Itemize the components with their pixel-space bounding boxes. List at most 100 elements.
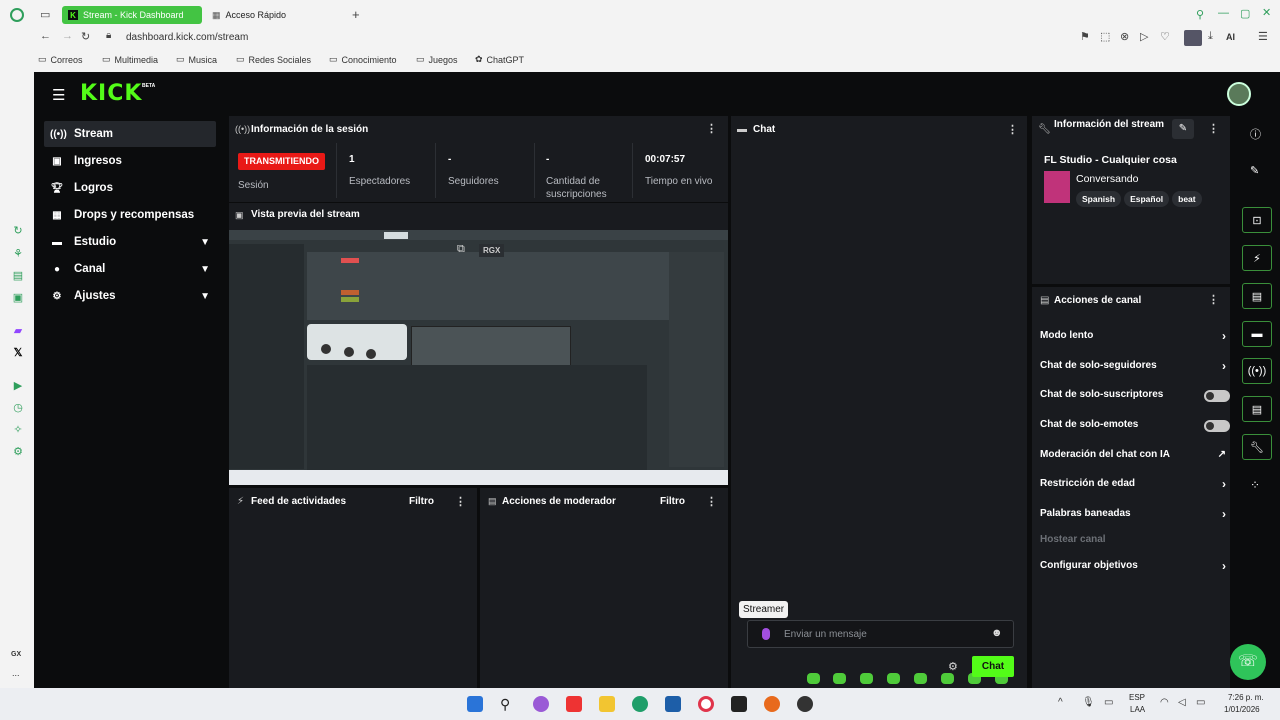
heart-icon[interactable]: ♡	[1160, 30, 1170, 43]
app-icon[interactable]	[566, 696, 582, 712]
kick-logo[interactable]: KICK	[80, 81, 142, 106]
tab-acceso-rapido[interactable]: ▦ Acceso Rápido	[206, 6, 346, 24]
action-ai-moderation[interactable]: Moderación del chat con IA ↗	[1040, 449, 1230, 460]
emote-icon[interactable]	[860, 673, 873, 684]
reload-button[interactable]: ↻	[81, 30, 90, 43]
chat-message-input[interactable]: Enviar un mensaje ☻	[747, 620, 1014, 648]
mic-icon[interactable]: 🎙︎	[1082, 697, 1095, 708]
store-icon[interactable]	[665, 696, 681, 712]
emote-icon[interactable]	[833, 673, 846, 684]
tray-chevron-icon[interactable]: ^	[1058, 697, 1063, 708]
activity-menu-icon[interactable]: ⋮	[455, 495, 466, 508]
chat-menu-icon[interactable]: ⋮	[1007, 123, 1018, 136]
download-icon[interactable]: ⤓	[1208, 30, 1213, 43]
category-thumbnail[interactable]	[1044, 171, 1070, 203]
player-icon[interactable]: ▷	[1140, 30, 1148, 43]
nav-item-logros[interactable]: 🏆︎ Logros	[44, 175, 216, 201]
sidebar-cleaner-icon[interactable]: ⚘	[11, 247, 25, 261]
emotes-only-toggle[interactable]	[1204, 420, 1230, 432]
history-icon[interactable]: ◷	[11, 401, 25, 415]
maximize-button[interactable]: ▢	[1240, 7, 1250, 20]
action-banned-words[interactable]: Palabras baneadas ›	[1040, 507, 1230, 521]
copilot-icon[interactable]	[533, 696, 549, 712]
app-icon[interactable]	[731, 696, 747, 712]
category-name[interactable]: Conversando	[1076, 173, 1138, 185]
x-twitter-icon[interactable]: 𝕏	[11, 346, 25, 360]
forward-button[interactable]: →	[62, 30, 73, 42]
battery-icon[interactable]: ▭	[1196, 697, 1205, 708]
bookmark-folder[interactable]: ▭ Musica	[176, 54, 217, 65]
workspaces-icon[interactable]: ▭	[40, 8, 50, 21]
add-widget-icon[interactable]: ⁘	[1250, 478, 1260, 492]
twitch-icon[interactable]: ▰	[11, 324, 25, 338]
volume-icon[interactable]: ◁	[1178, 697, 1186, 708]
more-icon[interactable]: ...	[12, 668, 20, 678]
tag[interactable]: Español	[1124, 191, 1170, 207]
chat-settings-icon[interactable]: ⚙	[948, 660, 958, 673]
nav-item-estudio[interactable]: ▬ Estudio ▼	[44, 229, 216, 255]
chat-send-button[interactable]: Chat	[972, 656, 1014, 677]
rail-screen-button[interactable]: ⊡	[1242, 207, 1272, 233]
stream-preview-video[interactable]: ⧉ RGX	[229, 230, 728, 485]
file-explorer-icon[interactable]	[599, 696, 615, 712]
rail-chat-button[interactable]: ▬	[1242, 321, 1272, 347]
session-menu-icon[interactable]: ⋮	[706, 122, 717, 135]
nav-item-drops[interactable]: ▦ Drops y recompensas	[44, 202, 216, 228]
gx-label[interactable]: GX	[11, 651, 21, 658]
aria-ai-button[interactable]: AI	[1226, 32, 1235, 42]
rail-info-button[interactable]: 🔧︎	[1242, 434, 1272, 460]
channel-actions-menu-icon[interactable]: ⋮	[1208, 293, 1219, 306]
bookmark-folder[interactable]: ▭ Juegos	[416, 54, 458, 65]
emote-icon[interactable]	[887, 673, 900, 684]
action-configure-goals[interactable]: Configurar objetivos ›	[1040, 559, 1230, 573]
player-side-icon[interactable]: ▶	[11, 379, 25, 393]
nav-item-stream[interactable]: ((•)) Stream	[44, 121, 216, 147]
fl-studio-icon[interactable]	[764, 696, 780, 712]
clock-time[interactable]: 7:26 p. m.	[1228, 693, 1264, 702]
search-icon[interactable]: ⚲	[1196, 8, 1204, 21]
search-icon[interactable]: ⚲	[500, 696, 516, 712]
info-icon[interactable]: ⓘ	[1250, 126, 1261, 142]
action-age-restriction[interactable]: Restricción de edad ›	[1040, 477, 1230, 491]
nav-item-canal[interactable]: ● Canal ▼	[44, 256, 216, 282]
modactions-filter-button[interactable]: Filtro	[660, 496, 685, 507]
opera-logo-icon[interactable]	[10, 8, 24, 22]
bookmark-folder[interactable]: ▭ Correos	[38, 54, 83, 65]
pin-icon[interactable]: ⚑	[1080, 30, 1090, 43]
emote-icon[interactable]	[807, 673, 820, 684]
lang-indicator[interactable]: ESP	[1129, 693, 1145, 702]
tag[interactable]: beat	[1172, 191, 1202, 207]
back-button[interactable]: ←	[40, 30, 51, 42]
bookmark-folder[interactable]: ▭ Multimedia	[102, 54, 158, 65]
tag[interactable]: Spanish	[1076, 191, 1122, 207]
rail-actions-button[interactable]: ▤	[1242, 396, 1272, 422]
nav-item-ingresos[interactable]: ▣ Ingresos	[44, 148, 216, 174]
sidebar-refresh-icon[interactable]: ↻	[11, 224, 25, 238]
bookmark-chatgpt[interactable]: ✿ ChatGPT	[475, 54, 524, 65]
hamburger-menu-icon[interactable]: ☰	[52, 86, 65, 104]
rail-activity-button[interactable]: ⚡︎	[1242, 245, 1272, 271]
rail-modactions-button[interactable]: ▤	[1242, 283, 1272, 309]
modactions-menu-icon[interactable]: ⋮	[706, 495, 717, 508]
opera-taskbar-icon[interactable]	[698, 696, 714, 712]
user-avatar[interactable]	[1227, 82, 1251, 106]
popout-icon[interactable]: ⧉	[457, 243, 465, 256]
nav-item-ajustes[interactable]: ⚙ Ajustes ▼	[44, 283, 216, 309]
stream-info-menu-icon[interactable]: ⋮	[1208, 122, 1219, 135]
edge-icon[interactable]	[632, 696, 648, 712]
extensions-icon[interactable]: ✧	[11, 423, 25, 437]
profile-avatar[interactable]	[1184, 30, 1202, 46]
start-icon[interactable]	[467, 696, 483, 712]
url-field[interactable]: dashboard.kick.com/stream	[126, 32, 248, 43]
support-button[interactable]: ☏	[1230, 644, 1266, 680]
minimize-button[interactable]: —	[1218, 7, 1229, 19]
adblock-icon[interactable]: ⊗	[1120, 30, 1129, 43]
sidebar-booster-icon[interactable]: ▤	[11, 269, 25, 283]
obs-icon[interactable]	[797, 696, 813, 712]
subscribers-only-toggle[interactable]	[1204, 390, 1230, 402]
bookmark-folder[interactable]: ▭ Conocimiento	[329, 54, 397, 65]
action-slow-mode[interactable]: Modo lento ›	[1040, 329, 1230, 343]
new-tab-button[interactable]: +	[352, 7, 360, 22]
snapshot-icon[interactable]: ⬚	[1100, 30, 1110, 43]
menu-icon[interactable]: ☰	[1258, 30, 1268, 43]
